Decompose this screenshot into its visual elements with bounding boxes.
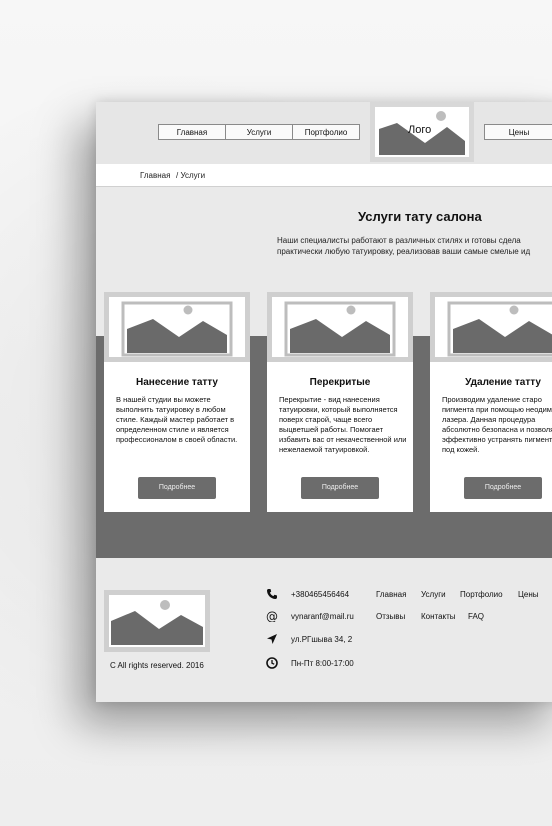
breadcrumb-home-link[interactable]: Главная	[140, 171, 170, 180]
breadcrumb: Главная / Услуги	[96, 164, 552, 187]
wireframe-page: Главная Услуги Портфолио Лого Цены Главн…	[96, 102, 552, 702]
card-title: Удаление татту	[465, 377, 541, 388]
copyright-text: C All rights reserved. 2016	[110, 661, 204, 670]
footer-link-faq[interactable]: FAQ	[468, 612, 484, 621]
card-image-frame	[430, 292, 552, 362]
footer-link-prices[interactable]: Цены	[518, 590, 539, 599]
footer-link-home[interactable]: Главная	[376, 590, 406, 599]
contact-email[interactable]: vynaranf@mail.ru	[291, 612, 354, 621]
contact-address: ул.РГшыва 34, 2	[291, 635, 353, 644]
header: Главная Услуги Портфолио Лого Цены	[96, 102, 552, 165]
services-description-line2: практически любую татуировку, реализовав…	[277, 247, 531, 256]
contact-hours: Пн-Пт 8:00-17:00	[291, 659, 354, 668]
service-card-tattoo: Нанесение татту В нашей студии вы можете…	[104, 292, 250, 512]
logo-placeholder[interactable]: Лого	[370, 102, 474, 162]
breadcrumb-current: / Услуги	[176, 171, 206, 180]
nav-home-button[interactable]: Главная	[158, 124, 226, 140]
footer-link-services[interactable]: Услуги	[421, 590, 446, 599]
location-arrow-icon	[267, 634, 277, 644]
image-placeholder-icon	[272, 297, 408, 357]
image-placeholder-icon	[435, 297, 552, 357]
card-text: Перекрытие - вид нанесения татуировки, к…	[279, 395, 407, 454]
card-title: Перекритые	[309, 377, 371, 388]
service-card-coverup: Перекритые Перекрытие - вид нанесения та…	[267, 292, 413, 512]
footer-link-contacts[interactable]: Контакты	[421, 612, 456, 621]
email-icon: @	[266, 610, 278, 622]
phone-icon	[267, 589, 277, 599]
clock-icon	[266, 657, 278, 669]
card-text: Производим удаление старо пигмента при п…	[442, 395, 552, 454]
services-description: Наши специалисты работают в различных ст…	[277, 235, 530, 257]
card-image-frame	[267, 292, 413, 362]
service-card-removal: Удаление татту Производим удаление старо…	[430, 292, 552, 512]
image-placeholder-icon	[109, 297, 245, 357]
footer-logo-placeholder[interactable]	[104, 590, 210, 652]
nav-prices-button[interactable]: Цены	[484, 124, 552, 140]
card-title: Нанесение татту	[136, 377, 218, 388]
image-placeholder-icon	[109, 595, 205, 647]
card-more-button[interactable]: Подробнее	[301, 477, 379, 499]
card-text: В нашей студии вы можете выполнить татуи…	[116, 395, 238, 444]
card-more-button[interactable]: Подробнее	[138, 477, 216, 499]
services-description-line1: Наши специалисты работают в различных ст…	[277, 236, 521, 245]
card-image-frame	[104, 292, 250, 362]
nav-portfolio-button[interactable]: Портфолио	[292, 124, 360, 140]
svg-text:@: @	[266, 610, 278, 622]
nav-services-button[interactable]: Услуги	[225, 124, 293, 140]
logo-text: Лого	[408, 124, 432, 136]
card-more-button[interactable]: Подробнее	[464, 477, 542, 499]
services-title: Услуги тату салона	[358, 209, 482, 224]
footer-link-reviews[interactable]: Отзывы	[376, 612, 405, 621]
footer-link-portfolio[interactable]: Портфолио	[460, 590, 503, 599]
contact-phone[interactable]: +380465456464	[291, 590, 349, 599]
